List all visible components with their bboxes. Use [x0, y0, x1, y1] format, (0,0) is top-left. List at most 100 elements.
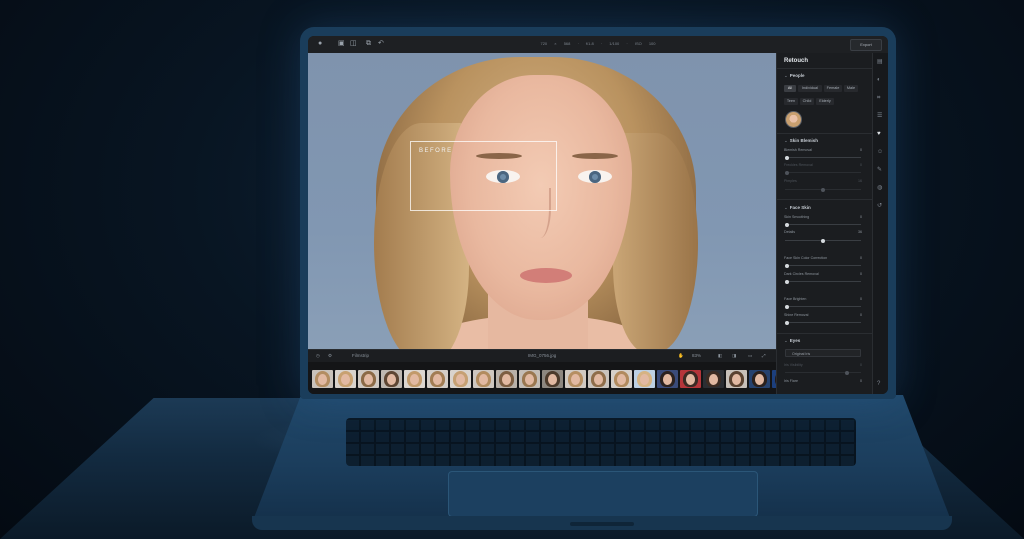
slider-label: Blemish Removal [784, 148, 812, 152]
trackpad [448, 471, 758, 517]
adjust-icon[interactable]: ◐ [877, 77, 881, 84]
dark-circles-slider[interactable] [785, 279, 861, 284]
fullscreen-icon[interactable]: ⤢ [762, 353, 766, 359]
photo-canvas[interactable]: BEFORE [308, 53, 776, 349]
photo-eye-right [578, 170, 612, 183]
split-view-icon[interactable]: ◧ [718, 353, 722, 359]
slider-label: Skin Smoothing [784, 215, 810, 219]
settings-icon[interactable]: ⚙ [328, 353, 332, 359]
filmstrip-thumb[interactable] [680, 370, 701, 388]
chip-child[interactable]: Child [800, 98, 814, 105]
filmstrip-thumb[interactable] [726, 370, 747, 388]
laptop-notch [570, 522, 634, 526]
filmstrip-thumb[interactable] [335, 370, 356, 388]
slider-knob[interactable] [785, 222, 789, 227]
filmstrip-thumb[interactable] [404, 370, 425, 388]
filmstrip-thumb[interactable] [519, 370, 540, 388]
filmstrip-thumb[interactable] [588, 370, 609, 388]
filmstrip-thumb[interactable] [358, 370, 379, 388]
slider-knob[interactable] [821, 187, 825, 192]
section-face-skin[interactable]: ⌄ Face Skin [784, 205, 811, 211]
slider-knob[interactable] [785, 320, 789, 325]
filmstrip-thumb[interactable] [312, 370, 333, 388]
crop-icon[interactable]: ⌗ [877, 95, 880, 102]
body-icon[interactable]: ☺ [877, 149, 883, 156]
filters-icon[interactable]: ☰ [877, 113, 882, 120]
slider-knob[interactable] [845, 370, 849, 375]
retouch-icon[interactable]: ♥ [877, 131, 881, 138]
filmstrip-thumb[interactable] [450, 370, 471, 388]
layers-icon[interactable]: ▤ [877, 59, 883, 66]
slider-knob[interactable] [785, 170, 789, 175]
panel-title: Retouch [784, 58, 808, 64]
export-button[interactable]: Export [850, 39, 882, 51]
slider-knob[interactable] [785, 304, 789, 309]
filmstrip-thumb[interactable] [703, 370, 724, 388]
divider [777, 68, 873, 69]
before-comparison-box[interactable]: BEFORE [410, 141, 557, 211]
slider-value: 16 [858, 179, 862, 183]
chip-male[interactable]: Male [844, 85, 858, 92]
photo-lips [520, 268, 572, 283]
help-icon[interactable]: ? [877, 381, 880, 388]
info-icon[interactable]: ◷ [316, 353, 320, 359]
slider-knob[interactable] [785, 279, 789, 284]
color-correction-slider[interactable] [785, 263, 861, 268]
chip-all[interactable]: All [784, 85, 796, 92]
filmstrip [308, 362, 776, 394]
face-brighten-slider[interactable] [785, 304, 861, 309]
slider-knob[interactable] [785, 155, 789, 160]
compare-view-icon[interactable]: ◨ [732, 353, 736, 359]
blemish-removal-slider[interactable] [785, 155, 861, 160]
slider-value: 0 [860, 363, 862, 367]
brush-icon[interactable]: ✎ [877, 167, 882, 174]
divider [777, 333, 873, 334]
divider [777, 199, 873, 200]
slider-label: Face Skin Color Correction [784, 256, 828, 260]
chip-individual[interactable]: Individual [798, 85, 822, 92]
filmstrip-thumb[interactable] [542, 370, 563, 388]
section-people[interactable]: ⌄ People [784, 73, 805, 79]
slider-value: 0 [860, 148, 862, 152]
history-icon[interactable]: ↺ [877, 203, 882, 210]
app-window: ● ▣ ◫ ⧉ ↶ 720 × 568 · f/1.8 · 1/100 · IS… [308, 36, 888, 394]
chip-teen[interactable]: Teen [784, 98, 798, 105]
slider-value: 0 [860, 256, 862, 260]
section-skin-blemish[interactable]: ⌄ Skin Blemish [784, 138, 818, 144]
filmstrip-thumb[interactable] [634, 370, 655, 388]
photo-brow-right [572, 153, 618, 159]
filmstrip-thumb[interactable] [611, 370, 632, 388]
filmstrip-thumb[interactable] [381, 370, 402, 388]
section-eyes[interactable]: ⌄ Eyes [784, 338, 800, 344]
slider-label: Pimples [784, 179, 797, 183]
section-eyes-label: Eyes [789, 338, 801, 343]
iris-visibility-slider[interactable] [785, 370, 861, 375]
skin-smoothing-slider[interactable] [785, 222, 861, 227]
filmstrip-toggle[interactable]: Filmstrip [352, 353, 369, 359]
slider-value: 0 [860, 297, 862, 301]
hand-icon[interactable]: ✋ [678, 353, 684, 359]
globe-icon[interactable]: ◍ [877, 185, 882, 192]
iris-dropdown[interactable]: Original Iris [785, 349, 861, 357]
filmstrip-thumb[interactable] [496, 370, 517, 388]
filmstrip-thumb[interactable] [565, 370, 586, 388]
slider-knob[interactable] [821, 238, 825, 243]
filmstrip-thumb[interactable] [473, 370, 494, 388]
shine-removal-slider[interactable] [785, 320, 861, 325]
slider-value: 36 [858, 230, 862, 234]
comment-icon[interactable]: ▭ [748, 353, 752, 359]
details-slider[interactable] [785, 238, 861, 243]
slider-knob[interactable] [785, 263, 789, 268]
filmstrip-thumb[interactable] [657, 370, 678, 388]
chip-elderly[interactable]: Elderly [816, 98, 834, 105]
chip-female[interactable]: Female [824, 85, 842, 92]
pimples-slider[interactable] [785, 187, 861, 192]
divider [777, 133, 873, 134]
filmstrip-thumb[interactable] [427, 370, 448, 388]
detected-face-avatar[interactable] [785, 111, 802, 128]
tool-rail: ▤ ◐ ⌗ ☰ ♥ ☺ ✎ ◍ ↺ ? [872, 53, 888, 394]
slider-value: 0 [860, 272, 862, 276]
filmstrip-thumb[interactable] [749, 370, 770, 388]
freckles-removal-slider[interactable] [785, 170, 861, 175]
zoom-level[interactable]: 83% [692, 353, 701, 359]
